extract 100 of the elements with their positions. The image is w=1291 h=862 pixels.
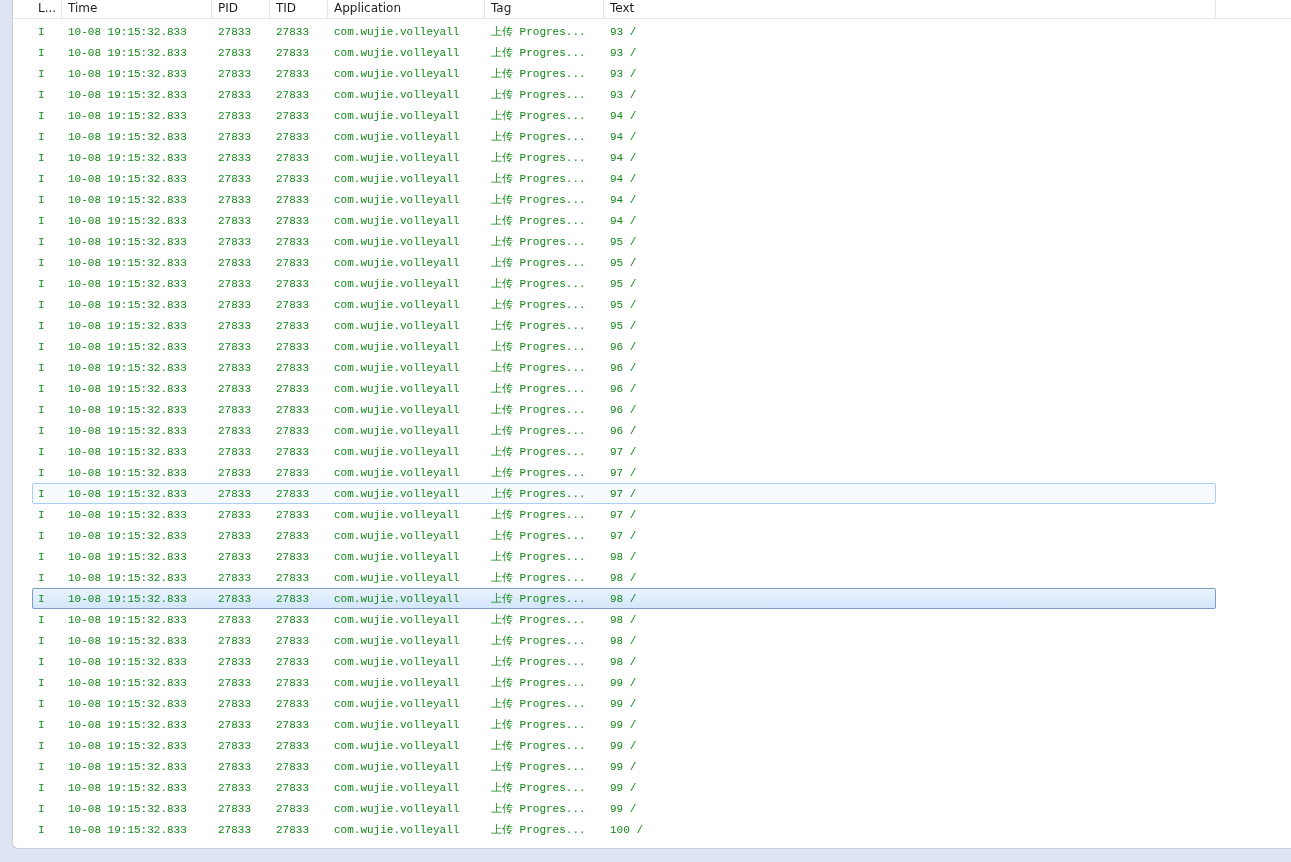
- pid-cell-text: 27833: [217, 718, 252, 731]
- log-row[interactable]: I 10-08 19:15:32.833 27833 27833 com.wujie.volleyall 上传 Progres... 97 /: [32, 504, 1216, 525]
- tag-cell-text: 上传 Progres...: [490, 319, 587, 333]
- log-row[interactable]: I 10-08 19:15:32.833 27833 27833 com.wujie.volleyall 上传 Progres... 94 /: [32, 189, 1216, 210]
- time-cell-text: 10-08 19:15:32.833: [67, 382, 188, 395]
- time-cell-text: 10-08 19:15:32.833: [67, 361, 188, 374]
- log-row[interactable]: I 10-08 19:15:32.833 27833 27833 com.wujie.volleyall 上传 Progres... 100 /: [32, 819, 1216, 835]
- tag-cell-text: 上传 Progres...: [490, 256, 587, 270]
- tag-cell-text: 上传 Progres...: [490, 25, 587, 39]
- log-row[interactable]: I 10-08 19:15:32.833 27833 27833 com.wujie.volleyall 上传 Progres... 95 /: [32, 231, 1216, 252]
- log-row[interactable]: I 10-08 19:15:32.833 27833 27833 com.wujie.volleyall 上传 Progres... 94 /: [32, 147, 1216, 168]
- tag-cell-text: 上传 Progres...: [490, 193, 587, 207]
- text-cell-text: 96 /: [609, 340, 638, 353]
- log-row[interactable]: I 10-08 19:15:32.833 27833 27833 com.wujie.volleyall 上传 Progres... 98 /: [32, 546, 1216, 567]
- time-cell-text: 10-08 19:15:32.833: [67, 802, 188, 815]
- text-cell-text: 95 /: [609, 277, 638, 290]
- tid-cell-text: 27833: [275, 823, 310, 835]
- application-cell-text: com.wujie.volleyall: [333, 781, 461, 794]
- log-row[interactable]: I 10-08 19:15:32.833 27833 27833 com.wujie.volleyall 上传 Progres... 98 /: [32, 651, 1216, 672]
- tag-cell-text: 上传 Progres...: [490, 151, 587, 165]
- log-row[interactable]: I 10-08 19:15:32.833 27833 27833 com.wujie.volleyall 上传 Progres... 98 /: [32, 588, 1216, 609]
- time-cell-text: 10-08 19:15:32.833: [67, 130, 188, 143]
- time-cell-text: 10-08 19:15:32.833: [67, 88, 188, 101]
- tid-cell-text: 27833: [275, 655, 310, 668]
- level-cell-text: I: [37, 592, 46, 605]
- log-row[interactable]: I 10-08 19:15:32.833 27833 27833 com.wujie.volleyall 上传 Progres... 95 /: [32, 252, 1216, 273]
- column-header[interactable]: Time: [62, 0, 212, 18]
- log-row[interactable]: I 10-08 19:15:32.833 27833 27833 com.wujie.volleyall 上传 Progres... 96 /: [32, 336, 1216, 357]
- column-header[interactable]: L...: [32, 0, 62, 18]
- pid-cell-text: 27833: [217, 214, 252, 227]
- tag-cell-text: 上传 Progres...: [490, 592, 587, 606]
- time-cell-text: 10-08 19:15:32.833: [67, 655, 188, 668]
- pid-cell-text: 27833: [217, 823, 252, 835]
- log-row[interactable]: I 10-08 19:15:32.833 27833 27833 com.wujie.volleyall 上传 Progres... 99 /: [32, 714, 1216, 735]
- log-row[interactable]: I 10-08 19:15:32.833 27833 27833 com.wujie.volleyall 上传 Progres... 98 /: [32, 567, 1216, 588]
- column-header[interactable]: TID: [270, 0, 328, 18]
- text-cell-text: 99 /: [609, 718, 638, 731]
- application-cell-text: com.wujie.volleyall: [333, 697, 461, 710]
- tag-cell-text: 上传 Progres...: [490, 571, 587, 585]
- application-cell-text: com.wujie.volleyall: [333, 88, 461, 101]
- log-row[interactable]: I 10-08 19:15:32.833 27833 27833 com.wujie.volleyall 上传 Progres... 94 /: [32, 126, 1216, 147]
- log-row[interactable]: I 10-08 19:15:32.833 27833 27833 com.wujie.volleyall 上传 Progres... 99 /: [32, 756, 1216, 777]
- log-row[interactable]: I 10-08 19:15:32.833 27833 27833 com.wujie.volleyall 上传 Progres... 93 /: [32, 42, 1216, 63]
- column-header[interactable]: Tag: [485, 0, 604, 18]
- text-cell-text: 99 /: [609, 697, 638, 710]
- time-cell-text: 10-08 19:15:32.833: [67, 487, 188, 500]
- column-header[interactable]: Application: [328, 0, 485, 18]
- log-row[interactable]: I 10-08 19:15:32.833 27833 27833 com.wujie.volleyall 上传 Progres... 99 /: [32, 693, 1216, 714]
- pid-cell-text: 27833: [217, 361, 252, 374]
- time-cell-text: 10-08 19:15:32.833: [67, 172, 188, 185]
- level-cell-text: I: [37, 508, 46, 521]
- time-cell-text: 10-08 19:15:32.833: [67, 718, 188, 731]
- log-row[interactable]: I 10-08 19:15:32.833 27833 27833 com.wujie.volleyall 上传 Progres... 96 /: [32, 378, 1216, 399]
- log-row[interactable]: I 10-08 19:15:32.833 27833 27833 com.wujie.volleyall 上传 Progres... 93 /: [32, 84, 1216, 105]
- log-row[interactable]: I 10-08 19:15:32.833 27833 27833 com.wujie.volleyall 上传 Progres... 93 /: [32, 63, 1216, 84]
- text-cell-text: 99 /: [609, 676, 638, 689]
- level-cell-text: I: [37, 655, 46, 668]
- log-row[interactable]: I 10-08 19:15:32.833 27833 27833 com.wujie.volleyall 上传 Progres... 98 /: [32, 609, 1216, 630]
- log-row[interactable]: I 10-08 19:15:32.833 27833 27833 com.wujie.volleyall 上传 Progres... 93 /: [32, 21, 1216, 42]
- time-cell-text: 10-08 19:15:32.833: [67, 256, 188, 269]
- log-row[interactable]: I 10-08 19:15:32.833 27833 27833 com.wujie.volleyall 上传 Progres... 96 /: [32, 420, 1216, 441]
- pid-cell-text: 27833: [217, 193, 252, 206]
- log-row[interactable]: I 10-08 19:15:32.833 27833 27833 com.wujie.volleyall 上传 Progres... 95 /: [32, 315, 1216, 336]
- level-cell-text: I: [37, 235, 46, 248]
- text-cell-text: 93 /: [609, 46, 638, 59]
- log-row[interactable]: I 10-08 19:15:32.833 27833 27833 com.wujie.volleyall 上传 Progres... 96 /: [32, 357, 1216, 378]
- log-row[interactable]: I 10-08 19:15:32.833 27833 27833 com.wujie.volleyall 上传 Progres... 99 /: [32, 777, 1216, 798]
- tag-cell-text: 上传 Progres...: [490, 487, 587, 501]
- log-row[interactable]: I 10-08 19:15:32.833 27833 27833 com.wujie.volleyall 上传 Progres... 97 /: [32, 525, 1216, 546]
- log-row[interactable]: I 10-08 19:15:32.833 27833 27833 com.wujie.volleyall 上传 Progres... 99 /: [32, 735, 1216, 756]
- tid-cell-text: 27833: [275, 529, 310, 542]
- level-cell-text: I: [37, 529, 46, 542]
- time-cell-text: 10-08 19:15:32.833: [67, 592, 188, 605]
- log-row[interactable]: I 10-08 19:15:32.833 27833 27833 com.wujie.volleyall 上传 Progres... 99 /: [32, 798, 1216, 819]
- level-cell-text: I: [37, 340, 46, 353]
- log-row[interactable]: I 10-08 19:15:32.833 27833 27833 com.wujie.volleyall 上传 Progres... 94 /: [32, 105, 1216, 126]
- log-row[interactable]: I 10-08 19:15:32.833 27833 27833 com.wujie.volleyall 上传 Progres... 97 /: [32, 462, 1216, 483]
- tid-cell-text: 27833: [275, 571, 310, 584]
- level-cell-text: I: [37, 46, 46, 59]
- column-header[interactable]: PID: [212, 0, 270, 18]
- tid-cell-text: 27833: [275, 256, 310, 269]
- log-row[interactable]: I 10-08 19:15:32.833 27833 27833 com.wujie.volleyall 上传 Progres... 95 /: [32, 273, 1216, 294]
- tid-cell-text: 27833: [275, 697, 310, 710]
- level-cell-text: I: [37, 151, 46, 164]
- text-cell-text: 94 /: [609, 172, 638, 185]
- log-row[interactable]: I 10-08 19:15:32.833 27833 27833 com.wujie.volleyall 上传 Progres... 94 /: [32, 210, 1216, 231]
- log-row[interactable]: I 10-08 19:15:32.833 27833 27833 com.wujie.volleyall 上传 Progres... 97 /: [32, 441, 1216, 462]
- log-row[interactable]: I 10-08 19:15:32.833 27833 27833 com.wujie.volleyall 上传 Progres... 97 /: [32, 483, 1216, 504]
- pid-cell-text: 27833: [217, 676, 252, 689]
- pid-cell-text: 27833: [217, 739, 252, 752]
- time-cell-text: 10-08 19:15:32.833: [67, 613, 188, 626]
- log-row[interactable]: I 10-08 19:15:32.833 27833 27833 com.wujie.volleyall 上传 Progres... 95 /: [32, 294, 1216, 315]
- column-header[interactable]: Text: [604, 0, 1216, 18]
- log-row[interactable]: I 10-08 19:15:32.833 27833 27833 com.wujie.volleyall 上传 Progres... 98 /: [32, 630, 1216, 651]
- log-row[interactable]: I 10-08 19:15:32.833 27833 27833 com.wujie.volleyall 上传 Progres... 94 /: [32, 168, 1216, 189]
- pid-cell-text: 27833: [217, 277, 252, 290]
- log-row[interactable]: I 10-08 19:15:32.833 27833 27833 com.wujie.volleyall 上传 Progres... 99 /: [32, 672, 1216, 693]
- log-row[interactable]: I 10-08 19:15:32.833 27833 27833 com.wujie.volleyall 上传 Progres... 96 /: [32, 399, 1216, 420]
- time-cell-text: 10-08 19:15:32.833: [67, 67, 188, 80]
- application-cell-text: com.wujie.volleyall: [333, 256, 461, 269]
